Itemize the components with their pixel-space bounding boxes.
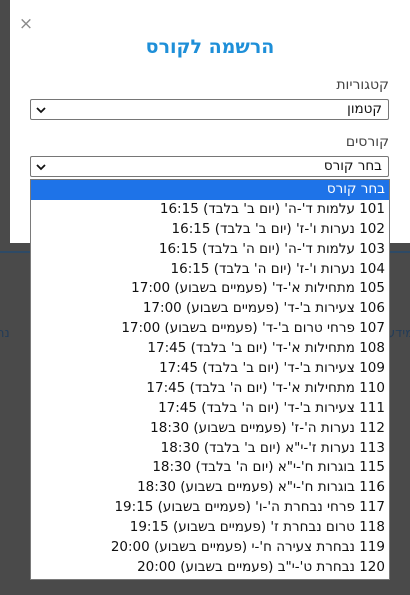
- course-dropdown-list: בחר קורס 101 עלמות ד'-ה' (יום ב' בלבד) 16…: [30, 179, 390, 580]
- dropdown-option[interactable]: 115 בוגרות ח'-י"א (יום ה' בלבד) 18:30: [31, 458, 389, 478]
- dropdown-option[interactable]: 104 נערות ו'-ז' (יום ה' בלבד) 16:15: [31, 260, 389, 280]
- dropdown-option[interactable]: 119 נבחרת צעירה ח'-י (פעמיים בשבוע) 20:0…: [31, 538, 389, 558]
- chevron-down-icon: [36, 164, 46, 171]
- dropdown-option-selected[interactable]: בחר קורס: [31, 180, 389, 200]
- category-select[interactable]: קטמון: [30, 99, 389, 120]
- course-select[interactable]: בחר קורס: [30, 156, 389, 177]
- dropdown-option[interactable]: 113 נערות ז'-י"א (יום ב' בלבד) 18:30: [31, 439, 389, 459]
- dropdown-option[interactable]: 108 מתחילות א'-ד' (יום ב' בלבד) 17:45: [31, 339, 389, 359]
- dropdown-option[interactable]: 101 עלמות ד'-ה' (יום ב' בלבד) 16:15: [31, 200, 389, 220]
- dropdown-option[interactable]: 102 נערות ו'-ז' (יום ב' בלבד) 16:15: [31, 220, 389, 240]
- course-select-value: בחר קורס: [323, 158, 382, 174]
- modal-title: הרשמה לקורס: [145, 36, 275, 58]
- dropdown-option[interactable]: 107 פרחי טרום ב'-ד' (פעמיים בשבוע) 17:00: [31, 319, 389, 339]
- dropdown-option[interactable]: 116 בוגרות ח'-י"א (פעמיים בשבוע) 18:30: [31, 478, 389, 498]
- close-button[interactable]: ×: [18, 14, 34, 34]
- dropdown-option[interactable]: 110 מתחילות א'-ד' (יום ה' בלבד) 17:45: [31, 379, 389, 399]
- dropdown-option[interactable]: 109 צעירות ב'-ד' (יום ב' בלבד) 17:45: [31, 359, 389, 379]
- dropdown-option[interactable]: 117 פרחי נבחרת ה'-ו' (פעמיים בשבוע) 19:1…: [31, 498, 389, 518]
- dropdown-option[interactable]: 106 צעירות ב'-ד' (פעמיים בשבוע) 17:00: [31, 299, 389, 319]
- category-label: קטגוריות: [336, 77, 389, 93]
- dropdown-option[interactable]: 105 מתחילות א'-ד' (פעמיים בשבוע) 17:00: [31, 279, 389, 299]
- background-text-right: מידע: [387, 326, 410, 341]
- dropdown-option[interactable]: 111 צעירות ב'-ד' (יום ה' בלבד) 17:45: [31, 399, 389, 419]
- category-select-value: קטמון: [347, 101, 382, 117]
- dropdown-option[interactable]: 120 נבחרת ט'-י"ב (פעמיים בשבוע) 20:00: [31, 558, 389, 578]
- chevron-down-icon: [36, 107, 46, 114]
- course-label: קורסים: [345, 134, 389, 150]
- dropdown-option[interactable]: 118 טרום נבחרת ז' (פעמיים בשבוע) 19:15: [31, 518, 389, 538]
- background-text-left: נה: [0, 326, 10, 341]
- dropdown-option[interactable]: 103 עלמות ד'-ה' (יום ה' בלבד) 16:15: [31, 240, 389, 260]
- dropdown-option[interactable]: 112 נערות ה'-ז' (פעמיים בשבוע) 18:30: [31, 419, 389, 439]
